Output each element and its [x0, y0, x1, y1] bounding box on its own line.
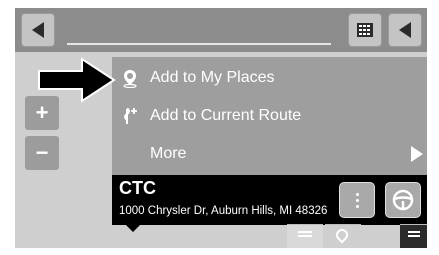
map-location-button[interactable]: [325, 224, 361, 248]
keypad-icon: [357, 23, 373, 37]
chevron-right-icon: [411, 146, 423, 162]
navigation-arrow-icon: [399, 22, 411, 38]
menu-item-add-to-my-places[interactable]: Add to My Places: [112, 59, 427, 97]
location-address: 1000 Chrysler Dr, Auburn Hills, MI 48326: [119, 205, 328, 217]
map-menu-button[interactable]: [287, 224, 323, 248]
location-info-bar[interactable]: CTC 1000 Chrysler Dr, Auburn Hills, MI 4…: [112, 175, 427, 225]
top-bar: [15, 8, 427, 52]
location-pin-icon: [333, 226, 351, 244]
navigation-button[interactable]: [388, 13, 422, 47]
search-field-underline[interactable]: [67, 43, 331, 45]
map-options-button[interactable]: [400, 224, 427, 248]
back-arrow-icon: [32, 22, 44, 38]
more-options-button[interactable]: [339, 182, 375, 218]
vertical-dots-icon: [355, 192, 359, 208]
menu-item-more[interactable]: More: [112, 135, 427, 173]
zoom-out-button[interactable]: −: [25, 136, 59, 170]
menu-item-add-to-current-route[interactable]: Add to Current Route: [112, 97, 427, 135]
menu-item-label: Add to Current Route: [150, 107, 302, 124]
bars-icon: [408, 231, 420, 233]
keypad-button[interactable]: [348, 13, 382, 47]
nav-screen: + − Add to My Places Add to Current Rout…: [15, 8, 427, 248]
place-options-menu: Add to My Places Add to Current Route Mo…: [112, 57, 427, 175]
menu-lines-icon: [298, 231, 312, 233]
callout-arrow-icon: [38, 57, 116, 103]
route-flag-icon: [124, 108, 137, 124]
location-title: CTC: [119, 178, 156, 198]
menu-item-label: Add to My Places: [150, 69, 275, 86]
back-button[interactable]: [21, 13, 55, 47]
info-bar-pointer: [126, 225, 140, 232]
navigate-go-button[interactable]: [385, 182, 421, 218]
menu-item-label: More: [150, 145, 187, 162]
steering-wheel-icon: [392, 189, 414, 211]
place-pin-icon: [123, 70, 137, 88]
